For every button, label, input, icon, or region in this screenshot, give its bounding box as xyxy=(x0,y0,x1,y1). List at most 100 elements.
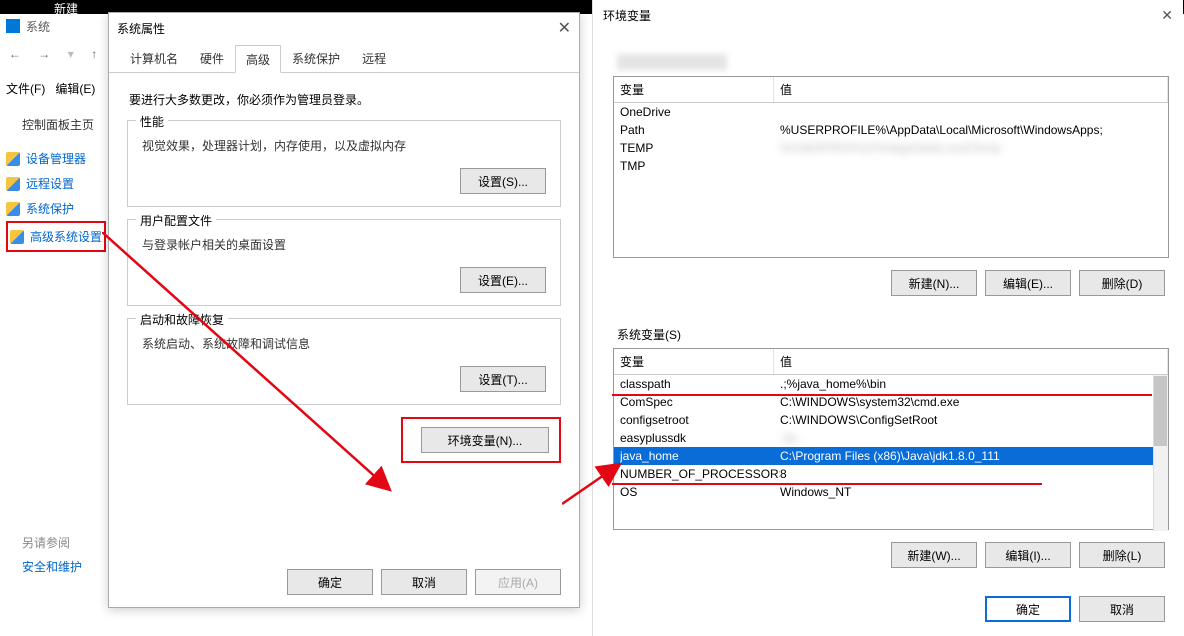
tab-protection[interactable]: 系统保护 xyxy=(281,44,351,72)
sidebar-item-remote[interactable]: 远程设置 xyxy=(6,171,106,196)
underline-annotation xyxy=(612,394,1152,396)
cell-variable: classpath xyxy=(620,377,780,391)
control-panel-home-link[interactable]: 控制面板主页 xyxy=(22,116,94,133)
security-maintenance-link[interactable]: 安全和维护 xyxy=(22,558,82,575)
table-row[interactable]: configsetrootC:\WINDOWS\ConfigSetRoot xyxy=(614,411,1168,429)
cell-value: %USERPROFILE%\AppData\Local\Microsoft\Wi… xyxy=(780,123,1162,137)
tab-bar: 计算机名 硬件 高级 系统保护 远程 xyxy=(109,43,579,73)
table-row[interactable]: TMP xyxy=(614,157,1168,175)
table-row[interactable]: OneDrive xyxy=(614,103,1168,121)
apply-button: 应用(A) xyxy=(475,569,561,595)
system-vars-label: 系统变量(S) xyxy=(617,326,681,343)
ok-button[interactable]: 确定 xyxy=(287,569,373,595)
cell-value: 8 xyxy=(780,467,1162,481)
group-desc: 系统启动、系统故障和调试信息 xyxy=(142,335,546,352)
user-vars-label-blurred xyxy=(617,54,727,70)
env-cancel-button[interactable]: 取消 xyxy=(1079,596,1165,622)
cell-value: C:\WINDOWS\system32\cmd.exe xyxy=(780,395,1162,409)
shield-icon xyxy=(6,202,20,216)
table-row[interactable]: Path%USERPROFILE%\AppData\Local\Microsof… xyxy=(614,121,1168,139)
group-title: 启动和故障恢复 xyxy=(136,311,228,328)
cell-variable: OS xyxy=(620,485,780,499)
sys-edit-button[interactable]: 编辑(I)... xyxy=(985,542,1071,568)
sidebar-item-advanced[interactable]: 高级系统设置 xyxy=(10,224,102,249)
cell-value: .;%java_home%\bin xyxy=(780,377,1162,391)
cell-variable: NUMBER_OF_PROCESSORS xyxy=(620,467,780,481)
cell-variable: easyplussdk xyxy=(620,431,780,445)
performance-group: 性能 视觉效果，处理器计划，内存使用，以及虚拟内存 设置(S)... xyxy=(127,120,561,207)
forward-arrow-icon[interactable]: → xyxy=(38,47,50,61)
env-title: 环境变量 xyxy=(603,7,651,24)
back-arrow-icon[interactable]: ← xyxy=(9,47,21,61)
group-title: 用户配置文件 xyxy=(136,212,216,229)
sys-delete-button[interactable]: 删除(L) xyxy=(1079,542,1165,568)
sidebar-item-label: 远程设置 xyxy=(26,175,74,192)
user-vars-table[interactable]: 变量 值 OneDrivePath%USERPROFILE%\AppData\L… xyxy=(613,76,1169,258)
sidebar-item-protection[interactable]: 系统保护 xyxy=(6,196,106,221)
admin-note: 要进行大多数更改，你必须作为管理员登录。 xyxy=(109,73,579,116)
environment-variables-button[interactable]: 环境变量(N)... xyxy=(421,427,549,453)
cell-value: ;\bi... xyxy=(780,431,1162,445)
table-header: 变量 值 xyxy=(614,349,1168,375)
sidebar-item-label: 高级系统设置 xyxy=(30,228,102,245)
sidebar-item-label: 系统保护 xyxy=(26,200,74,217)
table-row[interactable]: TEMP%USERPROFILE%\AppData\Local\Temp xyxy=(614,139,1168,157)
scrollbar-thumb[interactable] xyxy=(1154,376,1167,446)
table-row[interactable]: java_homeC:\Program Files (x86)\Java\jdk… xyxy=(614,447,1168,465)
tab-remote[interactable]: 远程 xyxy=(351,44,397,72)
sys-new-button[interactable]: 新建(W)... xyxy=(891,542,977,568)
nav-arrows: ← → ▾ ↑ xyxy=(0,42,106,66)
table-header: 变量 值 xyxy=(614,77,1168,103)
cell-value: C:\Program Files (x86)\Java\jdk1.8.0_111 xyxy=(780,449,1162,463)
col-value[interactable]: 值 xyxy=(774,77,1168,102)
cell-variable: TMP xyxy=(620,159,780,173)
cell-value xyxy=(780,159,1162,173)
system-breadcrumb: 系统 xyxy=(0,14,106,38)
scrollbar-track[interactable] xyxy=(1153,375,1168,531)
sidebar-item-device-manager[interactable]: 设备管理器 xyxy=(6,146,106,171)
close-icon[interactable]: ✕ xyxy=(558,18,571,38)
cell-value xyxy=(780,105,1162,119)
menu-edit[interactable]: 编辑(E) xyxy=(55,82,95,96)
perf-settings-button[interactable]: 设置(S)... xyxy=(460,168,546,194)
close-icon[interactable]: ✕ xyxy=(1161,7,1173,24)
startup-group: 启动和故障恢复 系统启动、系统故障和调试信息 设置(T)... xyxy=(127,318,561,405)
cell-variable: java_home xyxy=(620,449,780,463)
sidebar-highlight: 高级系统设置 xyxy=(6,221,106,252)
menu-file[interactable]: 文件(F) xyxy=(6,82,45,96)
shield-icon xyxy=(6,152,20,166)
cell-variable: configsetroot xyxy=(620,413,780,427)
cell-variable: ComSpec xyxy=(620,395,780,409)
system-vars-table[interactable]: 变量 值 classpath.;%java_home%\binComSpecC:… xyxy=(613,348,1169,530)
system-label: 系统 xyxy=(26,18,50,35)
cell-variable: Path xyxy=(620,123,780,137)
startup-settings-button[interactable]: 设置(T)... xyxy=(460,366,546,392)
environment-variables-dialog: 环境变量 ✕ 变量 值 OneDrivePath%USERPROFILE%\Ap… xyxy=(592,0,1183,636)
user-delete-button[interactable]: 删除(D) xyxy=(1079,270,1165,296)
tab-advanced[interactable]: 高级 xyxy=(235,45,281,73)
group-desc: 与登录帐户相关的桌面设置 xyxy=(142,236,546,253)
cell-value: C:\WINDOWS\ConfigSetRoot xyxy=(780,413,1162,427)
table-row[interactable]: OSWindows_NT xyxy=(614,483,1168,501)
tab-hardware[interactable]: 硬件 xyxy=(189,44,235,72)
up-arrow-icon[interactable]: ↑ xyxy=(91,47,97,61)
user-edit-button[interactable]: 编辑(E)... xyxy=(985,270,1071,296)
cell-variable: TEMP xyxy=(620,141,780,155)
tab-computer-name[interactable]: 计算机名 xyxy=(119,44,189,72)
user-new-button[interactable]: 新建(N)... xyxy=(891,270,977,296)
table-row[interactable]: classpath.;%java_home%\bin xyxy=(614,375,1168,393)
col-variable[interactable]: 变量 xyxy=(614,77,774,102)
group-desc: 视觉效果，处理器计划，内存使用，以及虚拟内存 xyxy=(142,137,546,154)
sidebar-item-label: 设备管理器 xyxy=(26,150,86,167)
cancel-button[interactable]: 取消 xyxy=(381,569,467,595)
col-variable[interactable]: 变量 xyxy=(614,349,774,374)
table-row[interactable]: NUMBER_OF_PROCESSORS8 xyxy=(614,465,1168,483)
group-title: 性能 xyxy=(136,113,168,130)
env-titlebar: 环境变量 ✕ xyxy=(593,0,1183,30)
table-row[interactable]: easyplussdk;\bi... xyxy=(614,429,1168,447)
see-also-heading: 另请参阅 xyxy=(22,534,70,551)
env-ok-button[interactable]: 确定 xyxy=(985,596,1071,622)
profile-settings-button[interactable]: 设置(E)... xyxy=(460,267,546,293)
col-value[interactable]: 值 xyxy=(774,349,1168,374)
sidebar: 设备管理器 远程设置 系统保护 高级系统设置 xyxy=(6,146,106,252)
